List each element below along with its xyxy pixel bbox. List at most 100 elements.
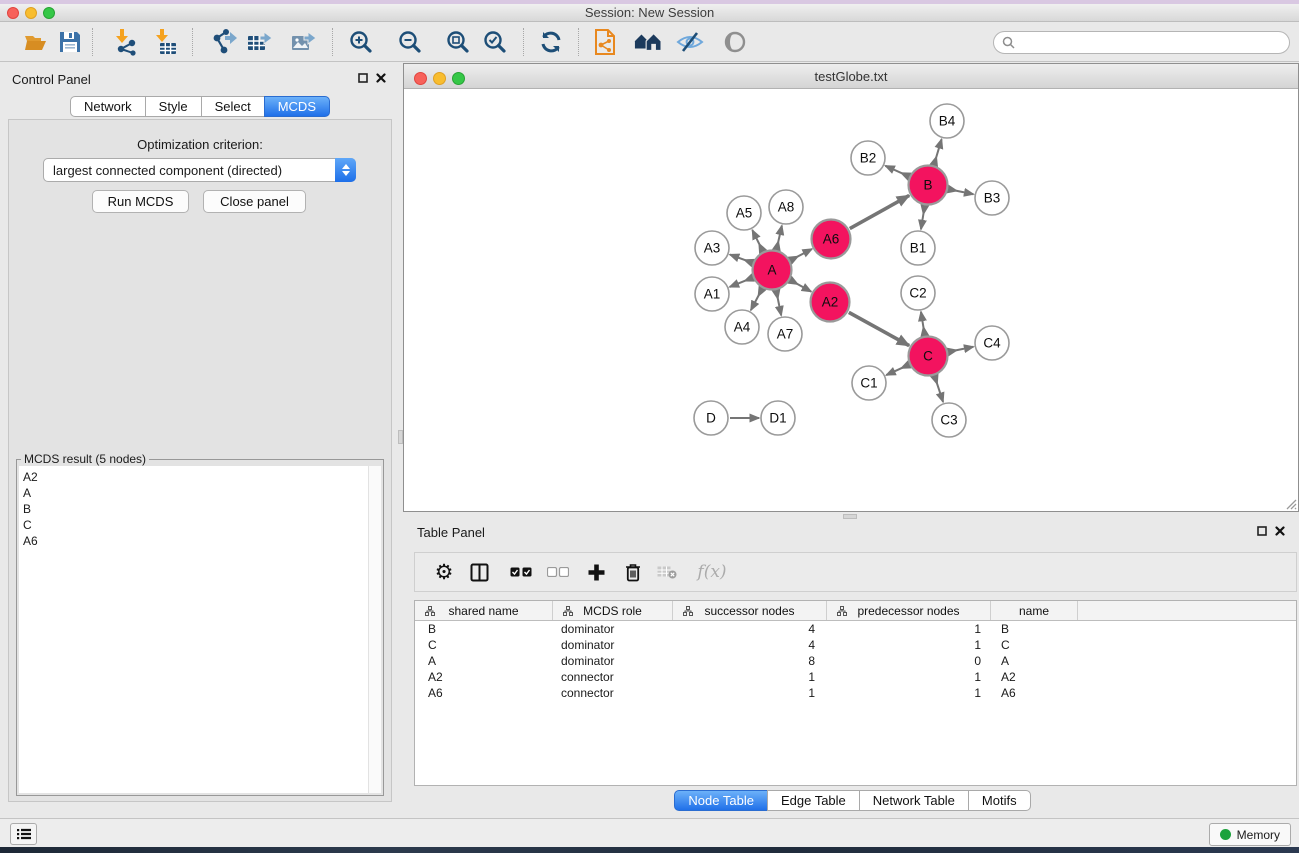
- graph-node-C2[interactable]: C2: [901, 276, 935, 310]
- table-row-a2[interactable]: A2connector11A2: [415, 669, 1296, 685]
- graph-node-A6[interactable]: A6: [812, 220, 851, 259]
- save-session-button[interactable]: [56, 28, 84, 56]
- criterion-dropdown[interactable]: largest connected component (directed): [43, 158, 356, 182]
- cell[interactable]: A6: [415, 685, 553, 701]
- export-network-button[interactable]: [210, 28, 238, 56]
- result-scrollbar[interactable]: [368, 466, 381, 793]
- cell[interactable]: 8: [673, 653, 827, 669]
- graph-node-B1[interactable]: B1: [901, 231, 935, 265]
- edge-A-A1[interactable]: [730, 278, 752, 287]
- edge-C-C2[interactable]: [921, 312, 925, 335]
- close-network-button[interactable]: [414, 72, 427, 85]
- table-tab-motifs[interactable]: Motifs: [968, 790, 1031, 811]
- export-table-button[interactable]: [246, 28, 274, 56]
- network-canvas[interactable]: AA1A2A3A4A5A6A7A8BB1B2B3B4CC1C2C3C4DD1: [404, 89, 1298, 511]
- float-panel-icon[interactable]: [358, 73, 368, 83]
- tab-mcds[interactable]: MCDS: [264, 96, 330, 117]
- export-image-button[interactable]: [290, 28, 318, 56]
- zoom-out-button[interactable]: [396, 28, 424, 56]
- edge-A6-B[interactable]: [850, 195, 909, 228]
- graph-node-A1[interactable]: A1: [695, 277, 729, 311]
- network-window-titlebar[interactable]: testGlobe.txt: [404, 64, 1298, 89]
- graph-node-D[interactable]: D: [694, 401, 728, 435]
- cell[interactable]: 1: [827, 637, 991, 653]
- graph-node-D1[interactable]: D1: [761, 401, 795, 435]
- graph-node-A3[interactable]: A3: [695, 231, 729, 265]
- graph-node-A2[interactable]: A2: [811, 283, 850, 322]
- memory-button[interactable]: Memory: [1209, 823, 1291, 846]
- graph-node-C[interactable]: C: [909, 337, 948, 376]
- column-header-successor-nodes[interactable]: successor nodes: [673, 601, 827, 620]
- result-item-a[interactable]: A: [23, 485, 381, 501]
- edge-B-B3[interactable]: [949, 189, 973, 194]
- show-graphics-details-button[interactable]: [721, 28, 749, 56]
- close-table-panel-icon[interactable]: [1275, 526, 1285, 536]
- overview-button[interactable]: [634, 28, 662, 56]
- hide-graphics-details-button[interactable]: [676, 28, 704, 56]
- duplicate-network-button[interactable]: [591, 28, 619, 56]
- search-input[interactable]: [1020, 36, 1281, 50]
- minimize-network-button[interactable]: [433, 72, 446, 85]
- cell[interactable]: 1: [673, 685, 827, 701]
- tab-style[interactable]: Style: [145, 96, 202, 117]
- graph-node-C4[interactable]: C4: [975, 326, 1009, 360]
- horizontal-splitter-handle[interactable]: [843, 514, 857, 519]
- cell[interactable]: 0: [827, 653, 991, 669]
- edge-C-C4[interactable]: [949, 347, 973, 352]
- cell[interactable]: C: [991, 637, 1078, 653]
- open-session-button[interactable]: [22, 28, 50, 56]
- import-network-button[interactable]: [112, 28, 140, 56]
- tab-select[interactable]: Select: [201, 96, 265, 117]
- graph-node-A7[interactable]: A7: [768, 317, 802, 351]
- add-column-button[interactable]: [581, 553, 611, 591]
- minimize-window-button[interactable]: [25, 7, 37, 19]
- edge-B-B4[interactable]: [934, 139, 941, 164]
- edge-A-A2[interactable]: [791, 280, 811, 291]
- cell[interactable]: dominator: [553, 621, 673, 637]
- cell[interactable]: B: [991, 621, 1078, 637]
- edge-A-A3[interactable]: [730, 255, 752, 263]
- graph-node-B3[interactable]: B3: [975, 181, 1009, 215]
- cell[interactable]: connector: [553, 669, 673, 685]
- graph-node-A[interactable]: A: [753, 251, 792, 290]
- deselect-all-button[interactable]: [543, 553, 573, 591]
- graph-node-A8[interactable]: A8: [769, 190, 803, 224]
- graph-node-A5[interactable]: A5: [727, 196, 761, 230]
- resize-grip-icon[interactable]: [1283, 496, 1297, 510]
- edge-C-C3[interactable]: [935, 376, 943, 402]
- table-row-b[interactable]: Bdominator41B: [415, 621, 1296, 637]
- select-all-button[interactable]: [506, 553, 536, 591]
- cell[interactable]: dominator: [553, 653, 673, 669]
- split-columns-button[interactable]: [464, 553, 494, 591]
- cell[interactable]: connector: [553, 685, 673, 701]
- cell[interactable]: A2: [991, 669, 1078, 685]
- cell[interactable]: B: [415, 621, 553, 637]
- table-tab-network-table[interactable]: Network Table: [859, 790, 969, 811]
- column-header-name[interactable]: name: [991, 601, 1078, 620]
- result-item-b[interactable]: B: [23, 501, 381, 517]
- apply-function-button[interactable]: f(x): [691, 553, 733, 591]
- graph-node-C1[interactable]: C1: [852, 366, 886, 400]
- edge-B-B1[interactable]: [921, 206, 925, 229]
- table-row-c[interactable]: Cdominator41C: [415, 637, 1296, 653]
- graph-node-A4[interactable]: A4: [725, 310, 759, 344]
- maximize-network-button[interactable]: [452, 72, 465, 85]
- result-item-a6[interactable]: A6: [23, 533, 381, 549]
- zoom-fit-button[interactable]: [444, 28, 472, 56]
- zoom-in-button[interactable]: [347, 28, 375, 56]
- cell[interactable]: 1: [827, 669, 991, 685]
- cell[interactable]: C: [415, 637, 553, 653]
- cell[interactable]: A: [415, 653, 553, 669]
- graph-node-B[interactable]: B: [909, 166, 948, 205]
- zoom-window-button[interactable]: [43, 7, 55, 19]
- cell[interactable]: 1: [827, 621, 991, 637]
- cell[interactable]: A: [991, 653, 1078, 669]
- cell[interactable]: A6: [991, 685, 1078, 701]
- cell[interactable]: 1: [827, 685, 991, 701]
- close-panel-icon[interactable]: [376, 73, 386, 83]
- table-tab-edge-table[interactable]: Edge Table: [767, 790, 860, 811]
- close-panel-button[interactable]: Close panel: [203, 190, 306, 213]
- table-tab-node-table[interactable]: Node Table: [674, 790, 768, 811]
- table-row-a[interactable]: Adominator80A: [415, 653, 1296, 669]
- apply-layout-button[interactable]: [537, 28, 565, 56]
